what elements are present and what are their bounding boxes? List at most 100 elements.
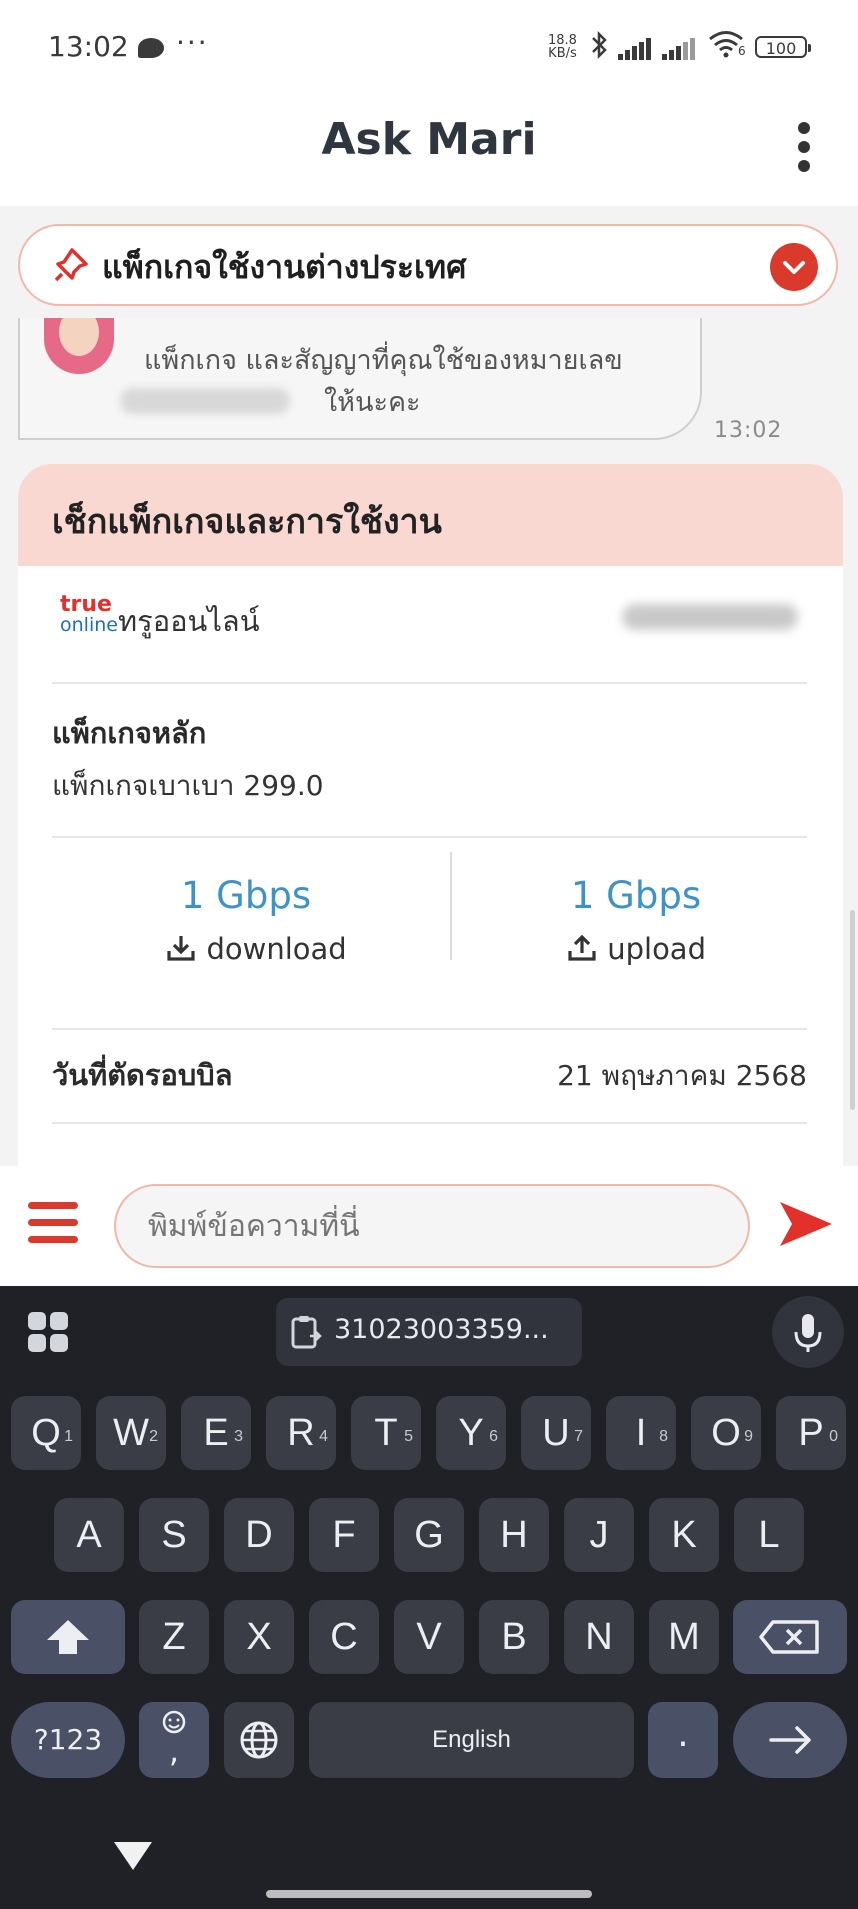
key-b[interactable]: B — [479, 1600, 549, 1674]
keyboard: 31023003359... Q1 W2 E3 R4 T5 Y6 U7 I8 O… — [0, 1286, 858, 1909]
clipboard-icon — [290, 1314, 322, 1350]
key-c[interactable]: C — [309, 1600, 379, 1674]
key-hint: 3 — [234, 1428, 243, 1445]
key-label: U — [542, 1412, 570, 1454]
clipboard-suggestion[interactable]: 31023003359... — [276, 1298, 582, 1366]
key-u[interactable]: U7 — [521, 1396, 591, 1470]
divider — [52, 682, 807, 684]
key-h[interactable]: H — [479, 1498, 549, 1572]
upload-speed: 1 Gbps — [570, 874, 702, 917]
upload-label-row: upload — [486, 932, 786, 966]
signal-icon — [662, 38, 696, 60]
key-hint: 1 — [64, 1428, 73, 1445]
true-online-logo: true online — [60, 592, 118, 635]
upload-label: upload — [607, 932, 706, 966]
key-w[interactable]: W2 — [96, 1396, 166, 1470]
clipboard-text: 31023003359... — [334, 1314, 549, 1345]
key-l[interactable]: L — [734, 1498, 804, 1572]
download-label-row: download — [106, 932, 406, 966]
key-label: P — [798, 1412, 824, 1454]
key-f[interactable]: F — [309, 1498, 379, 1572]
status-more-text: ··· — [176, 26, 209, 59]
main-package-label: แพ็กเกจหลัก — [52, 716, 207, 750]
key-p[interactable]: P0 — [776, 1396, 846, 1470]
signal-icon — [618, 38, 652, 60]
period-key[interactable]: . — [648, 1702, 718, 1778]
pinned-topic-label: แพ็กเกจใช้งานต่างประเทศ — [102, 248, 467, 286]
shift-icon[interactable] — [11, 1600, 125, 1674]
key-hint: 4 — [319, 1428, 328, 1445]
emoji-comma-key[interactable]: , — [139, 1702, 209, 1778]
battery-icon: 100 — [755, 36, 811, 58]
wifi-badge: 6 — [738, 44, 746, 58]
key-r[interactable]: R4 — [266, 1396, 336, 1470]
chat-scrollbar[interactable] — [850, 910, 855, 1110]
net-speed: 18.8 KB/s — [548, 34, 577, 60]
logo-text-true: true — [60, 592, 112, 617]
message-input-bar — [0, 1166, 858, 1286]
more-vertical-icon[interactable] — [796, 122, 812, 172]
battery-level: 100 — [765, 39, 797, 58]
key-v[interactable]: V — [394, 1600, 464, 1674]
billing-cycle-label: วันที่ตัดรอบบิล — [52, 1058, 233, 1092]
key-i[interactable]: I8 — [606, 1396, 676, 1470]
operator-name: ทรูออนไลน์ — [118, 604, 260, 638]
globe-icon[interactable] — [224, 1702, 294, 1778]
key-label: E — [203, 1412, 229, 1454]
home-indicator[interactable] — [266, 1890, 592, 1898]
speed-divider — [450, 852, 452, 960]
enter-arrow-icon[interactable] — [733, 1702, 847, 1778]
bot-message-bubble: แพ็กเกจ และสัญญาที่คุณใช้ของหมายเลข ให้น… — [18, 318, 702, 440]
net-speed-unit: KB/s — [548, 46, 577, 61]
redacted-phone-number — [622, 604, 798, 630]
microphone-icon[interactable] — [772, 1296, 844, 1368]
key-label: T — [374, 1412, 398, 1454]
key-s[interactable]: S — [139, 1498, 209, 1572]
status-bar: 13:02 ··· 18.8 KB/s 6 100 — [0, 0, 858, 96]
pinned-topic-bar[interactable]: แพ็กเกจใช้งานต่างประเทศ — [18, 224, 838, 306]
key-a[interactable]: A — [54, 1498, 124, 1572]
key-t[interactable]: T5 — [351, 1396, 421, 1470]
upload-icon — [568, 934, 596, 961]
message-line-1: แพ็กเกจ และสัญญาที่คุณใช้ของหมายเลข — [144, 345, 623, 376]
key-d[interactable]: D — [224, 1498, 294, 1572]
key-n[interactable]: N — [564, 1600, 634, 1674]
key-label: Q — [31, 1412, 61, 1454]
key-hint: 5 — [404, 1428, 413, 1445]
key-m[interactable]: M — [649, 1600, 719, 1674]
divider — [52, 1028, 807, 1030]
chat-area: แพ็กเกจ และสัญญาที่คุณใช้ของหมายเลข ให้น… — [0, 318, 858, 1166]
wifi-icon: 6 — [708, 30, 746, 58]
space-bar[interactable]: English — [309, 1702, 634, 1778]
nav-back-icon[interactable] — [114, 1842, 152, 1870]
card-header: เช็กแพ็กเกจและการใช้งาน — [18, 464, 843, 566]
page-title: Ask Mari — [321, 114, 537, 165]
key-label: W — [113, 1412, 149, 1454]
key-y[interactable]: Y6 — [436, 1396, 506, 1470]
key-z[interactable]: Z — [139, 1600, 209, 1674]
comma-label: , — [168, 1732, 180, 1770]
key-o[interactable]: O9 — [691, 1396, 761, 1470]
key-k[interactable]: K — [649, 1498, 719, 1572]
message-input[interactable] — [114, 1184, 750, 1268]
key-x[interactable]: X — [224, 1600, 294, 1674]
chevron-down-icon[interactable] — [770, 243, 818, 291]
message-time: 13:02 — [714, 418, 783, 443]
send-icon[interactable] — [776, 1194, 836, 1254]
key-j[interactable]: J — [564, 1498, 634, 1572]
billing-cycle-date: 21 พฤษภาคม 2568 — [557, 1059, 807, 1092]
backspace-icon[interactable] — [733, 1600, 847, 1674]
apps-grid-icon[interactable] — [28, 1312, 70, 1354]
key-q[interactable]: Q1 — [11, 1396, 81, 1470]
package-usage-card: เช็กแพ็กเกจและการใช้งาน true online ทรูอ… — [18, 464, 843, 1166]
symbols-key[interactable]: ?123 — [11, 1702, 125, 1778]
hamburger-menu-icon[interactable] — [28, 1202, 78, 1244]
key-hint: 2 — [149, 1428, 158, 1445]
app-header: Ask Mari — [0, 96, 858, 206]
main-package-name: แพ็กเกจเบาเบา 299.0 — [52, 769, 324, 802]
chat-bubble-icon — [138, 38, 164, 58]
key-label: I — [635, 1412, 647, 1454]
key-e[interactable]: E3 — [181, 1396, 251, 1470]
download-label: download — [206, 932, 347, 966]
key-g[interactable]: G — [394, 1498, 464, 1572]
